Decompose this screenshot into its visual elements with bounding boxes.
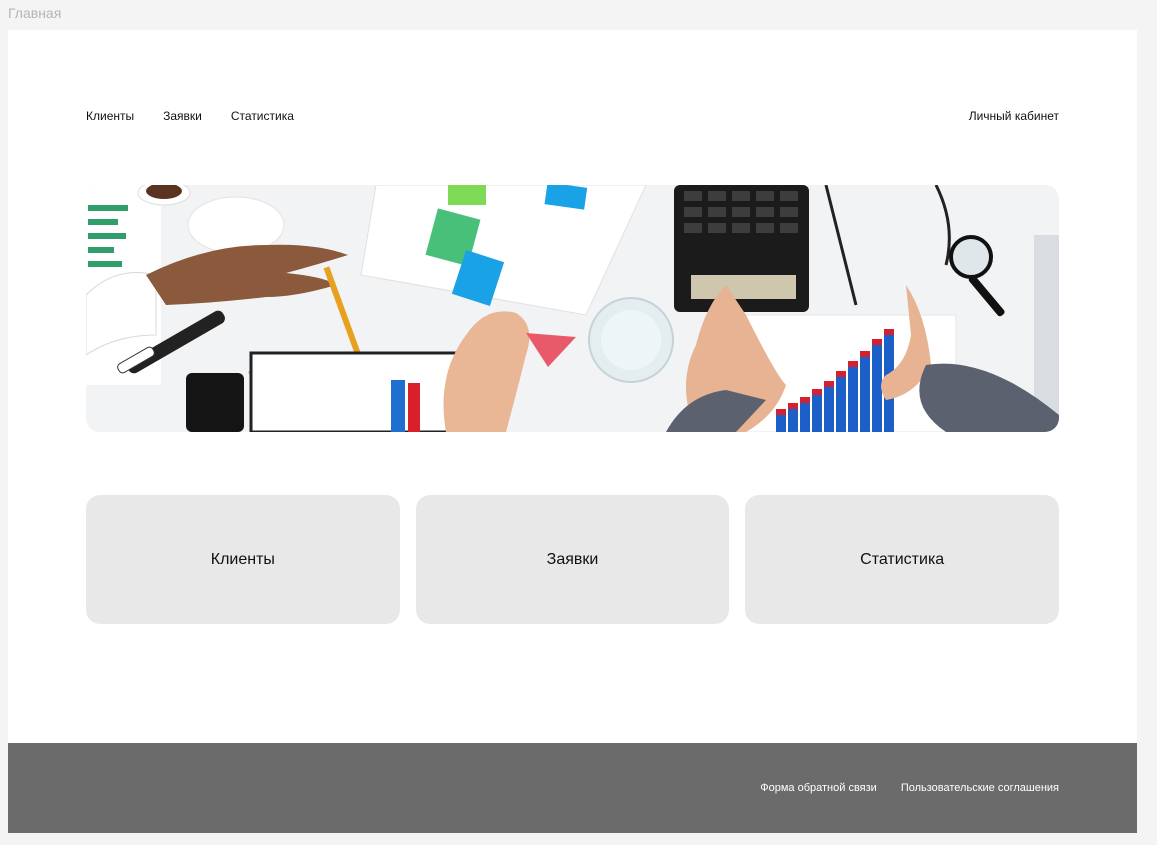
section-cards: Клиенты Заявки Статистика [86, 495, 1060, 624]
card-requests[interactable]: Заявки [415, 495, 730, 624]
feedback-form-link[interactable]: Форма обратной связи [760, 781, 877, 795]
top-navigation: Клиенты Заявки Статистика Личный кабинет [86, 108, 1059, 124]
main-menu: Клиенты Заявки Статистика [86, 108, 294, 124]
card-clients-label: Клиенты [210, 550, 275, 568]
card-requests-label: Заявки [546, 550, 599, 568]
card-statistics-label: Статистика [860, 550, 945, 568]
footer-links: Форма обратной связи Пользовательские со… [760, 781, 1059, 795]
nav-item-clients[interactable]: Клиенты [86, 108, 134, 124]
card-clients[interactable]: Клиенты [86, 495, 400, 624]
page: Клиенты Заявки Статистика Личный кабинет [8, 30, 1137, 743]
nav-item-statistics[interactable]: Статистика [231, 108, 294, 124]
account-link[interactable]: Личный кабинет [969, 108, 1059, 124]
office-desk-illustration [86, 185, 1059, 432]
hero-banner-image [86, 185, 1059, 432]
user-agreements-link[interactable]: Пользовательские соглашения [901, 781, 1059, 795]
card-statistics[interactable]: Статистика [745, 495, 1060, 624]
nav-item-requests[interactable]: Заявки [163, 108, 202, 124]
footer: Форма обратной связи Пользовательские со… [8, 743, 1137, 833]
frame-title: Главная [8, 5, 62, 21]
